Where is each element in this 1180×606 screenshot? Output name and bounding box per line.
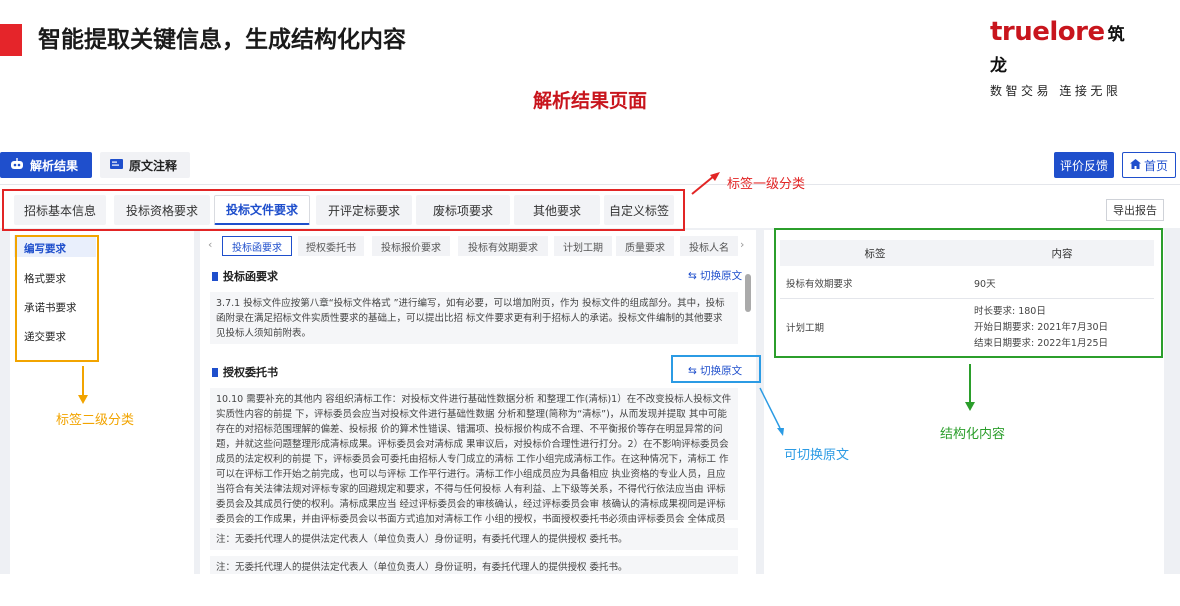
structured-content-annotation: 结构化内容 — [940, 427, 1006, 442]
label-level1-annotation: 标签一级分类 — [727, 177, 806, 192]
label-level2-annotation: 标签二级分类 — [56, 413, 135, 428]
switch-source-annotation: 可切换原文 — [784, 448, 850, 463]
annotation-arrows — [78, 172, 975, 436]
